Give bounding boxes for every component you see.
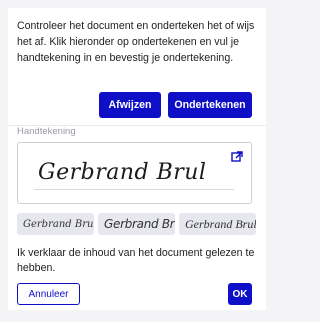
cancel-button[interactable]: Annuleer bbox=[17, 283, 80, 305]
signature-style-option-2[interactable]: Gerbrand Brul bbox=[98, 213, 175, 235]
ok-button[interactable]: OK bbox=[228, 283, 252, 305]
instructions-text: Controleer het document en onderteken he… bbox=[17, 20, 255, 64]
signature-baseline bbox=[34, 189, 234, 190]
signature-style-option-3[interactable]: Gerbrand Brul bbox=[179, 213, 256, 235]
signature-label: Handtekening bbox=[17, 126, 76, 137]
reject-button[interactable]: Afwijzen bbox=[99, 92, 161, 118]
signature-style-options: Gerbrand Brul Gerbrand Brul Gerbrand Bru… bbox=[17, 213, 261, 237]
signature-style-option-1[interactable]: Gerbrand Brul bbox=[17, 213, 94, 235]
confirmation-text: Ik verklaar de inhoud van het document g… bbox=[17, 247, 255, 274]
external-link-icon[interactable] bbox=[231, 151, 243, 163]
sign-button[interactable]: Ondertekenen bbox=[168, 92, 252, 118]
sign-panel: Controleer het document en onderteken he… bbox=[8, 8, 266, 310]
signature-text: Gerbrand Brul bbox=[38, 160, 207, 185]
signature-box[interactable]: Gerbrand Brul bbox=[17, 142, 252, 204]
